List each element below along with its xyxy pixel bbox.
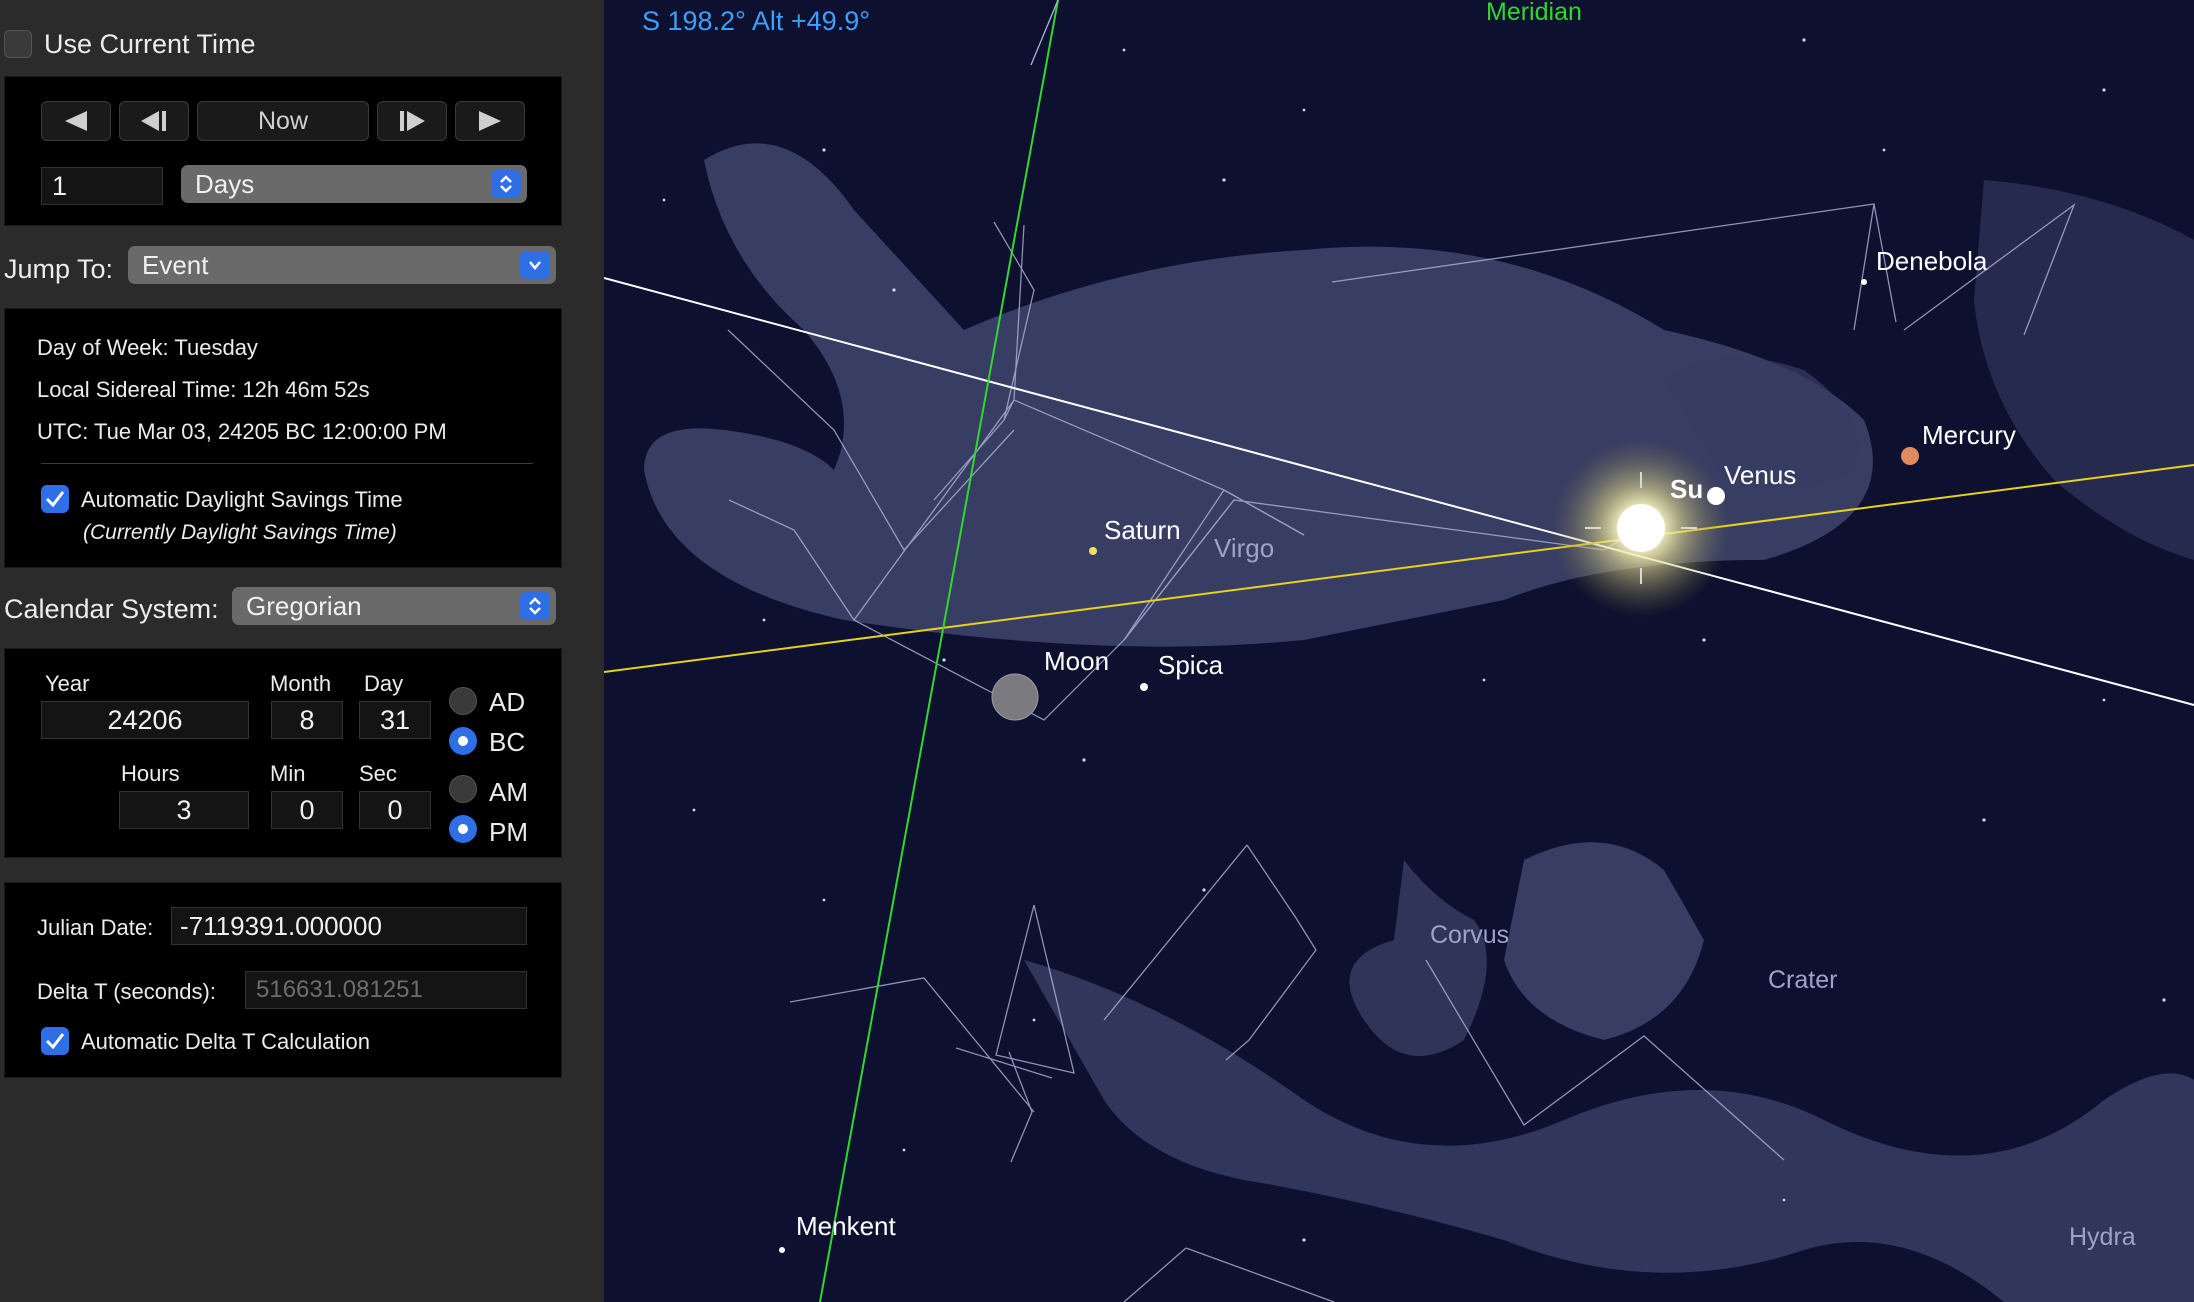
step-back-button[interactable] (41, 101, 111, 141)
time-step-box: Now 1 Days (4, 76, 562, 226)
chevron-down-icon (520, 251, 550, 279)
am-radio[interactable] (449, 775, 477, 803)
am-label: AM (489, 777, 528, 807)
updown-chevron-icon (491, 170, 521, 198)
auto-dst-label: Automatic Daylight Savings Time (81, 487, 403, 512)
use-current-time-label: Use Current Time (44, 29, 256, 59)
moon-marker[interactable] (991, 673, 1039, 721)
meridian-line (819, 0, 1059, 1302)
time-control-panel: Use Current Time Now 1 Days Jump To: Eve… (0, 0, 604, 1302)
calendar-system-select[interactable]: Gregorian (232, 587, 556, 625)
min-input[interactable]: 0 (271, 791, 343, 829)
sky-view[interactable]: S 198.2° Alt +49.9° Meridian Denebola Me… (604, 0, 2194, 1302)
delta-t-label: Delta T (seconds): (37, 979, 216, 1004)
time-info-box: Day of Week: Tuesday Local Sidereal Time… (4, 308, 562, 568)
step-reverse-icon (141, 111, 166, 131)
sec-label: Sec (359, 761, 397, 786)
auto-delta-t-checkbox[interactable] (41, 1027, 69, 1055)
checkmark-icon (45, 491, 65, 508)
sec-input[interactable]: 0 (359, 791, 431, 829)
sun-disk[interactable] (1617, 504, 1665, 552)
meridian-guide (1030, 0, 1059, 66)
jump-to-label: Jump To: (4, 254, 114, 284)
checkmark-icon (45, 1033, 65, 1050)
sun-label: Su (1670, 474, 1703, 504)
hours-label: Hours (121, 761, 180, 786)
updown-chevron-icon (520, 592, 550, 620)
julian-date-input[interactable]: -7119391.000000 (171, 907, 527, 945)
hours-input[interactable]: 3 (119, 791, 249, 829)
frame-forward-button[interactable] (377, 101, 447, 141)
month-label: Month (270, 671, 332, 696)
dst-note: (Currently Daylight Savings Time) (83, 521, 397, 544)
crater-art (1504, 842, 1704, 1040)
sky-chart[interactable]: S 198.2° Alt +49.9° Meridian Denebola Me… (604, 0, 2194, 1302)
moon-label: Moon (1044, 646, 1109, 676)
pm-label: PM (489, 817, 528, 847)
step-unit-value: Days (195, 168, 255, 199)
julian-date-label: Julian Date: (37, 915, 154, 940)
auto-delta-t-label: Automatic Delta T Calculation (81, 1029, 370, 1054)
mercury-label: Mercury (1922, 420, 2016, 450)
now-button[interactable]: Now (197, 101, 369, 141)
denebola-marker[interactable] (1861, 279, 1867, 285)
ad-label: AD (489, 687, 526, 717)
day-label: Day (364, 671, 404, 696)
year-input[interactable]: 24206 (41, 701, 249, 739)
step-forward-button[interactable] (455, 101, 525, 141)
play-icon (479, 111, 501, 131)
venus-label: Venus (1724, 460, 1796, 490)
jump-to-value: Event (142, 249, 209, 280)
divider (41, 463, 533, 464)
step-amount-input[interactable]: 1 (41, 167, 163, 205)
play-reverse-icon (65, 111, 87, 131)
direction-readout: S 198.2° Alt +49.9° (642, 6, 870, 36)
meridian-label: Meridian (1486, 0, 1582, 26)
year-label: Year (45, 671, 90, 696)
utc-readout: UTC: Tue Mar 03, 24205 BC 12:00:00 PM (37, 419, 447, 444)
auto-dst-checkbox[interactable] (41, 485, 69, 513)
day-of-week: Day of Week: Tuesday (37, 335, 258, 360)
jump-to-select[interactable]: Event (128, 246, 556, 284)
mercury-marker[interactable] (1901, 447, 1919, 465)
hydra-label: Hydra (2069, 1223, 2136, 1251)
constellation-artwork (644, 143, 2194, 1302)
bc-radio[interactable] (449, 727, 477, 755)
virgo-label: Virgo (1214, 533, 1274, 563)
date-entry-box: Year Month Day 24206 8 31 AD BC Hours Mi… (4, 648, 562, 858)
crater-label: Crater (1768, 966, 1837, 994)
calendar-system-value: Gregorian (246, 590, 362, 621)
pm-radio[interactable] (449, 815, 477, 843)
month-input[interactable]: 8 (271, 701, 343, 739)
denebola-label: Denebola (1876, 246, 1988, 276)
min-label: Min (270, 761, 306, 786)
corvus-label: Corvus (1430, 921, 1509, 949)
calendar-system-label: Calendar System: (4, 594, 219, 624)
menkent-label: Menkent (796, 1211, 896, 1241)
spica-marker[interactable] (1140, 683, 1148, 691)
delta-t-input[interactable]: 516631.081251 (245, 971, 527, 1009)
julian-date-box: Julian Date: -7119391.000000 Delta T (se… (4, 882, 562, 1078)
saturn-label: Saturn (1104, 515, 1181, 545)
bc-label: BC (489, 727, 526, 757)
frame-back-button[interactable] (119, 101, 189, 141)
menkent-marker[interactable] (779, 1247, 785, 1253)
local-sidereal-time: Local Sidereal Time: 12h 46m 52s (37, 377, 370, 402)
day-input[interactable]: 31 (359, 701, 431, 739)
background-stars (662, 38, 2166, 1242)
leo-art (1974, 180, 2194, 560)
saturn-marker[interactable] (1089, 547, 1097, 555)
step-forward-icon (400, 111, 425, 131)
ad-radio[interactable] (449, 687, 477, 715)
step-unit-select[interactable]: Days (181, 165, 527, 203)
use-current-time-checkbox[interactable] (4, 30, 32, 58)
spica-label: Spica (1158, 650, 1224, 680)
venus-marker[interactable] (1707, 487, 1725, 505)
